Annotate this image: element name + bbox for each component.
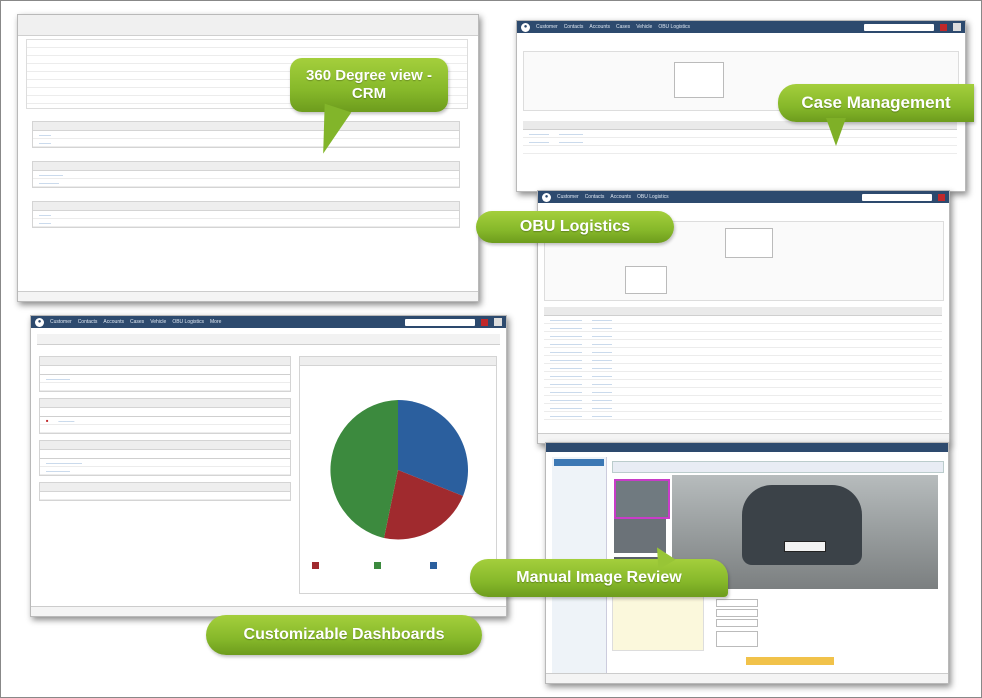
pie-slice-green bbox=[330, 400, 398, 538]
app-logo-icon: ● bbox=[542, 192, 551, 202]
dashlet-my-contacts: ————————— —————— bbox=[39, 440, 291, 476]
nav-item[interactable]: Contacts bbox=[78, 319, 98, 325]
callout-obu-logistics: OBU Logistics bbox=[476, 211, 674, 243]
search-input[interactable] bbox=[864, 23, 934, 31]
app-logo-icon: ● bbox=[35, 317, 44, 327]
search-input[interactable] bbox=[862, 193, 932, 201]
legend-swatch-green bbox=[374, 562, 381, 569]
case-nav-bar: ● Customer Contacts Accounts Cases Vehic… bbox=[517, 21, 965, 33]
app-logo-icon: ● bbox=[521, 22, 530, 32]
callout-dashboards-text: Customizable Dashboards bbox=[243, 626, 445, 643]
callout-case-pointer bbox=[826, 118, 846, 146]
pie-chart bbox=[312, 400, 469, 569]
callout-manual-image-review-text: Manual Image Review bbox=[516, 569, 682, 586]
nav-item[interactable]: Cases bbox=[130, 319, 144, 325]
thumbnail-selected[interactable] bbox=[614, 479, 670, 519]
callout-crm-text: 360 Degree view - CRM bbox=[306, 67, 432, 102]
nav-item[interactable]: Customer bbox=[536, 24, 558, 30]
obu-list: ———————— ————— ———————— ————— ———————— ————… bbox=[544, 307, 942, 420]
legend-swatch-blue bbox=[430, 562, 437, 569]
search-input[interactable] bbox=[405, 318, 475, 326]
callout-case-management: Case Management bbox=[778, 84, 974, 122]
crm-section-contacts bbox=[26, 111, 466, 118]
nav-item[interactable]: OBU Logistics bbox=[172, 319, 204, 325]
nav-item[interactable]: Accounts bbox=[610, 194, 631, 200]
nav-item[interactable]: Customer bbox=[50, 319, 72, 325]
legend-swatch-red bbox=[312, 562, 319, 569]
nav-item[interactable]: Accounts bbox=[589, 24, 610, 30]
callout-manual-image-review: Manual Image Review bbox=[470, 559, 728, 597]
callout-dashboards: Customizable Dashboards bbox=[206, 615, 482, 655]
nav-item[interactable]: Vehicle bbox=[150, 319, 166, 325]
license-plate bbox=[784, 541, 826, 552]
dashlet-my-calls: ■ ———— bbox=[39, 398, 291, 434]
avatar[interactable] bbox=[953, 23, 961, 31]
nav-item[interactable]: Vehicle bbox=[636, 24, 652, 30]
action-buttons[interactable] bbox=[746, 657, 834, 665]
nav-item[interactable]: OBU Logistics bbox=[637, 194, 669, 200]
callout-obu-logistics-text: OBU Logistics bbox=[519, 218, 631, 235]
nav-item[interactable]: More bbox=[210, 319, 221, 325]
dashlet-my-tasks bbox=[39, 482, 291, 501]
callout-crm: 360 Degree view - CRM bbox=[290, 58, 448, 112]
avatar[interactable] bbox=[494, 318, 502, 326]
notification-icon[interactable] bbox=[938, 193, 945, 201]
notification-icon[interactable] bbox=[481, 318, 488, 326]
callout-case-management-text: Case Management bbox=[801, 93, 951, 112]
nav-item[interactable]: Customer bbox=[557, 194, 579, 200]
dashboard-screenshot: ● Customer Contacts Accounts Cases Vehic… bbox=[30, 315, 507, 617]
chart-dashlet bbox=[299, 356, 497, 594]
nav-item[interactable]: Contacts bbox=[585, 194, 605, 200]
notification-icon[interactable] bbox=[940, 23, 947, 31]
nav-item[interactable]: Cases bbox=[616, 24, 630, 30]
car-shape bbox=[742, 485, 862, 565]
nav-item[interactable]: OBU Logistics bbox=[658, 24, 690, 30]
nav-item[interactable]: Contacts bbox=[564, 24, 584, 30]
nav-item[interactable]: Accounts bbox=[103, 319, 124, 325]
dashlet-my-cases: —————— bbox=[39, 356, 291, 392]
